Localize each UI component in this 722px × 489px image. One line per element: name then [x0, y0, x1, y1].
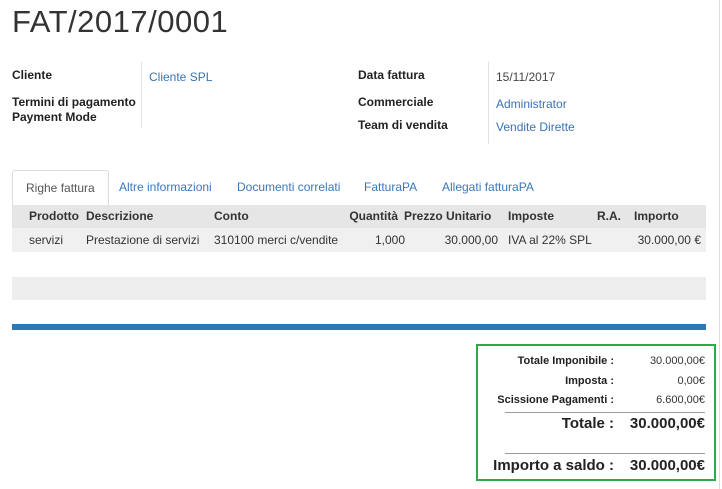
- scissione-pagamenti-value: 6.600,00€: [656, 394, 705, 406]
- table-footer: [12, 277, 706, 300]
- column-header-prodotto[interactable]: Prodotto: [29, 205, 79, 228]
- column-header-prezzo-unitario[interactable]: Prezzo Unitario: [404, 205, 491, 228]
- commerciale-label: Commerciale: [358, 95, 434, 109]
- totals-divider: [505, 412, 705, 413]
- totale-label: Totale :: [561, 415, 614, 432]
- team-vendita-label: Team di vendita: [358, 118, 448, 132]
- cell-quantita: 1,000: [374, 233, 405, 247]
- invoice-lines-header: Prodotto Descrizione Conto Quantità Prez…: [12, 205, 706, 228]
- saldo-divider: [505, 453, 705, 454]
- totale-value: 30.000,00€: [629, 415, 705, 432]
- column-header-conto[interactable]: Conto: [214, 205, 249, 228]
- cell-descrizione: Prestazione di servizi: [86, 233, 200, 247]
- page-title: FAT/2017/0001: [12, 4, 229, 39]
- team-vendita-link[interactable]: Vendite Dirette: [496, 120, 575, 134]
- window-edge: [719, 0, 720, 489]
- tab-fatturapa[interactable]: FatturaPA: [364, 170, 417, 204]
- column-header-importo[interactable]: Importo: [634, 205, 679, 228]
- commerciale-link[interactable]: Administrator: [496, 97, 567, 111]
- tab-righe-fattura[interactable]: Righe fattura: [12, 170, 109, 206]
- cell-imposte: IVA al 22% SPL: [508, 233, 592, 247]
- column-divider-left: [141, 62, 142, 128]
- column-header-imposte[interactable]: Imposte: [508, 205, 554, 228]
- column-divider-right: [488, 62, 489, 144]
- importo-a-saldo-label: Importo a saldo :: [493, 457, 614, 474]
- importo-a-saldo-value: 30.000,00€: [629, 457, 705, 474]
- cell-conto: 310100 merci c/vendite: [214, 233, 339, 247]
- tab-altre-informazioni[interactable]: Altre informazioni: [119, 170, 212, 204]
- imposta-value: 0,00€: [677, 375, 705, 387]
- column-header-descrizione[interactable]: Descrizione: [86, 205, 153, 228]
- payment-mode-label: Payment Mode: [12, 110, 97, 124]
- totale-imponibile-value: 30.000,00€: [649, 355, 705, 367]
- table-row[interactable]: servizi Prestazione di servizi 310100 me…: [12, 228, 706, 252]
- data-fattura-label: Data fattura: [358, 68, 425, 82]
- tab-documenti-correlati[interactable]: Documenti correlati: [237, 170, 340, 204]
- cliente-link[interactable]: Cliente SPL: [149, 70, 212, 84]
- cell-prodotto: servizi: [29, 233, 64, 247]
- totale-imponibile-label: Totale Imponibile :: [517, 355, 614, 367]
- tab-allegati-fatturapa[interactable]: Allegati fatturaPA: [442, 170, 534, 204]
- section-separator: [12, 324, 706, 330]
- cliente-label: Cliente: [12, 68, 53, 82]
- data-fattura-value: 15/11/2017: [496, 70, 556, 84]
- scissione-pagamenti-label: Scissione Pagamenti :: [497, 394, 614, 406]
- imposta-label: Imposta :: [565, 375, 614, 387]
- invoice-totals: Totale Imponibile : 30.000,00€ Imposta :…: [476, 344, 716, 481]
- notebook-tabs: Righe fattura Altre informazioni Documen…: [12, 170, 706, 206]
- cell-prezzo-unitario: 30.000,00: [444, 233, 498, 247]
- cell-importo: 30.000,00 €: [637, 233, 701, 247]
- column-header-quantita[interactable]: Quantità: [342, 205, 398, 228]
- column-header-ra[interactable]: R.A.: [592, 205, 621, 228]
- termini-pagamento-label: Termini di pagamento: [12, 95, 136, 109]
